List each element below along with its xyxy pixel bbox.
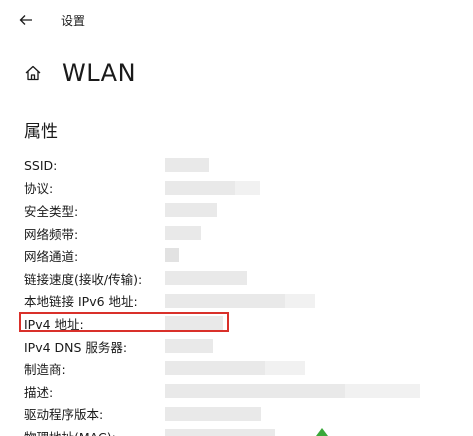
properties-list: SSID: 协议: 安全类型: 网络频带: 网络通道: 链接速度(接收/传输):… <box>24 154 464 436</box>
page-heading: WLAN <box>24 56 136 90</box>
property-row-security-type: 安全类型: <box>24 199 464 222</box>
property-label: 物理地址(MAC): <box>24 427 116 436</box>
property-row-ipv4-dns: IPv4 DNS 服务器: <box>24 335 464 358</box>
back-button[interactable] <box>12 6 40 34</box>
window-title: 设置 <box>61 14 86 28</box>
property-label: IPv4 地址: <box>24 316 84 332</box>
property-label: 驱动程序版本: <box>24 407 104 423</box>
property-label: 本地链接 IPv6 地址: <box>24 294 138 310</box>
home-icon[interactable] <box>24 63 44 83</box>
property-label: 安全类型: <box>24 203 79 219</box>
property-label: 制造商: <box>24 362 66 378</box>
settings-window: 设置 WLAN 属性 SSID: 协议: 安全类型: 网络频带: 网络通道: 链… <box>0 0 473 436</box>
green-arrow-icon <box>316 428 328 436</box>
property-row-ipv4-address: IPv4 地址: <box>24 312 464 335</box>
property-row-ssid: SSID: <box>24 154 464 177</box>
property-row-ipv6-address: 本地链接 IPv6 地址: <box>24 290 464 313</box>
property-row-protocol: 协议: <box>24 177 464 200</box>
back-arrow-icon <box>19 15 32 25</box>
property-label: 网络通道: <box>24 249 79 265</box>
section-title: 属性 <box>24 122 58 142</box>
property-label: 链接速度(接收/传输): <box>24 271 143 287</box>
property-row-description: 描述: <box>24 380 464 403</box>
property-row-network-channel: 网络通道: <box>24 244 464 267</box>
property-label: 描述: <box>24 384 54 400</box>
property-row-link-speed: 链接速度(接收/传输): <box>24 267 464 290</box>
property-row-network-band: 网络频带: <box>24 222 464 245</box>
page-title: WLAN <box>62 59 137 87</box>
property-label: 协议: <box>24 181 54 197</box>
property-row-manufacturer: 制造商: <box>24 357 464 380</box>
title-bar: 设置 <box>0 0 473 40</box>
property-label: SSID: <box>24 157 58 173</box>
property-label: IPv4 DNS 服务器: <box>24 339 128 355</box>
property-row-mac-address: 物理地址(MAC): <box>24 425 464 436</box>
property-row-driver-version: 驱动程序版本: <box>24 403 464 426</box>
property-label: 网络频带: <box>24 226 79 242</box>
